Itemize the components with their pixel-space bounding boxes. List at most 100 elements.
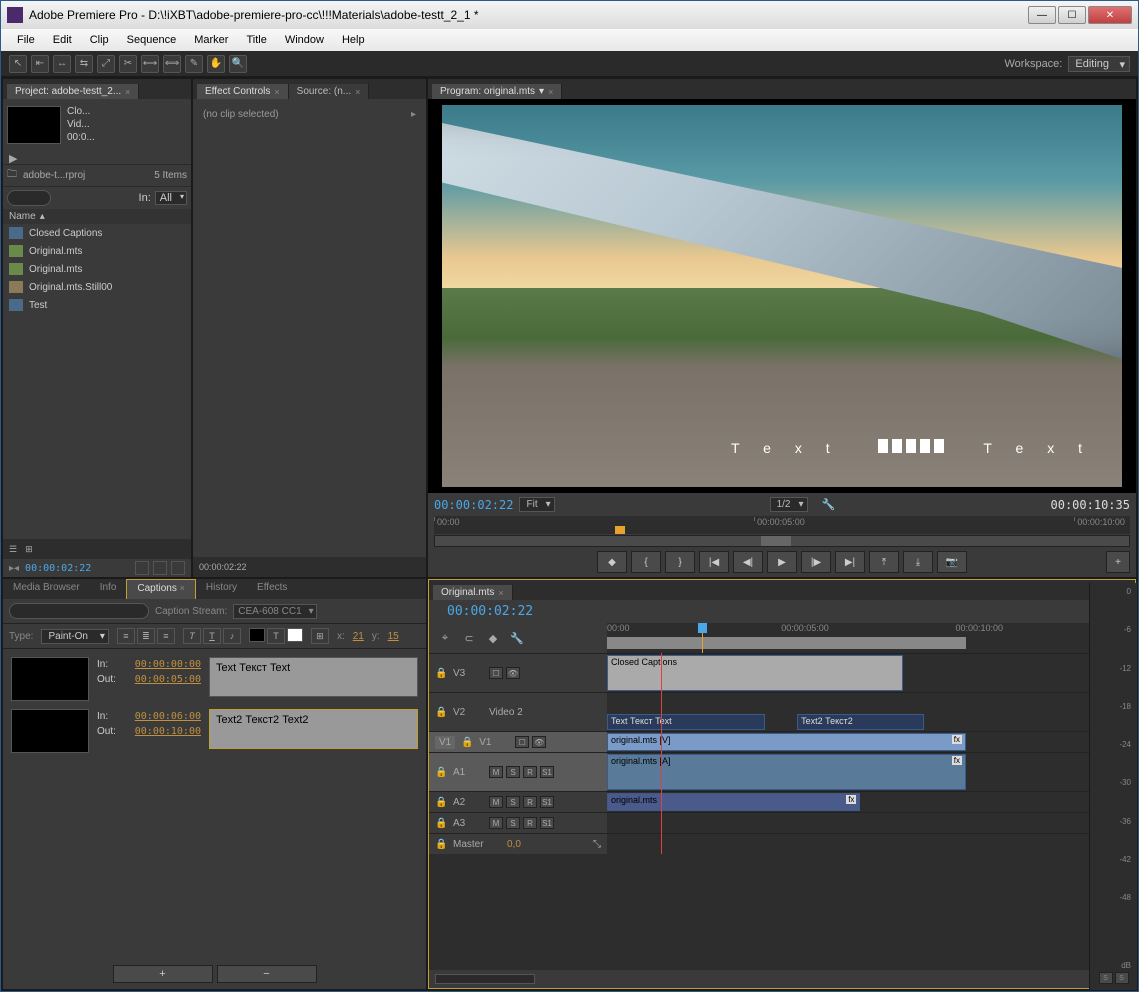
maximize-button[interactable]: ☐ <box>1058 6 1086 24</box>
clip-caption-2[interactable]: Text2 Текст2 <box>797 714 924 730</box>
clip-closed-captions[interactable]: Closed Captions <box>607 655 903 691</box>
menu-clip[interactable]: Clip <box>82 32 117 48</box>
extract-button[interactable]: ⤓ <box>903 551 933 573</box>
selection-tool-icon[interactable]: ↖ <box>9 55 27 73</box>
text-box-icon[interactable]: T <box>267 628 285 644</box>
lock-icon[interactable]: 🔒 <box>461 737 473 748</box>
s1-button[interactable]: S1 <box>540 766 554 778</box>
solo-button[interactable]: S <box>506 766 520 778</box>
tab-project[interactable]: Project: adobe-testt_2... × <box>7 84 139 99</box>
marker-button[interactable]: ◆ <box>597 551 627 573</box>
lock-icon[interactable]: 🔒 <box>435 767 447 778</box>
play-button[interactable]: ▶ <box>767 551 797 573</box>
s1-button[interactable]: S1 <box>540 817 554 829</box>
v1-patch[interactable]: V1 <box>435 736 455 749</box>
tab-source[interactable]: Source: (n...× <box>289 84 370 99</box>
tab-history[interactable]: History <box>196 579 247 599</box>
resolution-dropdown[interactable]: 1/2 <box>770 497 808 512</box>
solo-left-button[interactable]: S <box>1099 972 1113 984</box>
trash-icon[interactable] <box>171 561 185 575</box>
caption-text-input[interactable]: Text2 Текст2 Text2 <box>209 709 418 749</box>
lock-icon[interactable]: 🔒 <box>435 707 447 718</box>
align-center-icon[interactable]: ≣ <box>137 628 155 644</box>
workspace-dropdown[interactable]: Editing <box>1068 56 1130 72</box>
add-button[interactable]: + <box>1106 551 1130 573</box>
record-button[interactable]: R <box>523 796 537 808</box>
zoom-tool-icon[interactable]: 🔍 <box>229 55 247 73</box>
caption-row[interactable]: In:00:00:06:00 Out:00:00:10:00 Text2 Тек… <box>7 705 422 757</box>
eye-icon[interactable]: 👁 <box>506 667 520 679</box>
clip-audio[interactable]: original.mts [A]fx <box>607 754 966 790</box>
tab-close-icon[interactable]: × <box>355 87 360 97</box>
list-view-icon[interactable]: ☰ <box>9 544 17 555</box>
caption-row[interactable]: In:00:00:00:00 Out:00:00:05:00 Text Текс… <box>7 653 422 705</box>
tab-captions[interactable]: Captions × <box>126 579 196 599</box>
italic-icon[interactable]: T <box>183 628 201 644</box>
tab-media-browser[interactable]: Media Browser <box>3 579 90 599</box>
tab-close-icon[interactable]: × <box>548 87 553 97</box>
stream-dropdown[interactable]: CEA-608 CC1 <box>233 604 316 619</box>
in-filter-dropdown[interactable]: All <box>155 191 187 205</box>
goto-out-button[interactable]: ▶| <box>835 551 865 573</box>
align-right-icon[interactable]: ≡ <box>157 628 175 644</box>
step-back-button[interactable]: ◀| <box>733 551 763 573</box>
zoom-fit-dropdown[interactable]: Fit <box>519 497 554 512</box>
razor-tool-icon[interactable]: ✂ <box>119 55 137 73</box>
marker-tool-icon[interactable]: ◆ <box>485 630 501 646</box>
caption-out-tc[interactable]: 00:00:05:00 <box>135 674 201 685</box>
program-ruler[interactable]: 00:00 00:00:05:00 00:00:10:00 <box>434 516 1130 534</box>
fg-color-swatch[interactable] <box>287 628 303 642</box>
menu-help[interactable]: Help <box>334 32 373 48</box>
menu-sequence[interactable]: Sequence <box>119 32 185 48</box>
project-item[interactable]: Original.mts <box>3 260 191 278</box>
zoom-slider[interactable] <box>435 974 535 984</box>
clip-video[interactable]: original.mts [V]fx <box>607 733 966 751</box>
linked-selection-icon[interactable]: ⊂ <box>461 630 477 646</box>
tab-info[interactable]: Info <box>90 579 127 599</box>
clip-caption-1[interactable]: Text Текст Text <box>607 714 765 730</box>
out-point-button[interactable]: } <box>665 551 695 573</box>
hand-tool-icon[interactable]: ✋ <box>207 55 225 73</box>
underline-icon[interactable]: T <box>203 628 221 644</box>
track-select-tool-icon[interactable]: ⇤ <box>31 55 49 73</box>
close-button[interactable]: ✕ <box>1088 6 1132 24</box>
type-dropdown[interactable]: Paint-On <box>41 629 108 644</box>
caption-search-input[interactable] <box>9 603 149 619</box>
lock-icon[interactable]: 🔒 <box>435 668 447 679</box>
tab-program[interactable]: Program: original.mts▾× <box>432 84 562 99</box>
tab-effects[interactable]: Effects <box>247 579 297 599</box>
playhead-marker[interactable] <box>615 526 625 534</box>
bg-color-swatch[interactable] <box>249 628 265 642</box>
solo-button[interactable]: S <box>506 796 520 808</box>
minimize-button[interactable]: — <box>1028 6 1056 24</box>
remove-caption-button[interactable]: − <box>217 965 317 983</box>
caption-in-tc[interactable]: 00:00:00:00 <box>135 659 201 670</box>
column-header-name[interactable]: Name▴ <box>3 209 191 224</box>
timeline-ruler[interactable]: 00:00 00:00:05:00 00:00:10:00 00:00:15 <box>607 623 1135 653</box>
menu-title[interactable]: Title <box>238 32 274 48</box>
play-icon[interactable]: ▶ <box>9 152 19 162</box>
project-search-input[interactable] <box>7 190 51 206</box>
lift-button[interactable]: ⤒ <box>869 551 899 573</box>
y-value[interactable]: 15 <box>388 631 399 642</box>
collapse-icon[interactable]: ⤡ <box>593 839 601 850</box>
slide-tool-icon[interactable]: ⟺ <box>163 55 181 73</box>
tab-close-icon[interactable]: × <box>180 583 185 593</box>
mute-button[interactable]: M <box>489 766 503 778</box>
scrub-bar[interactable] <box>434 535 1130 547</box>
rate-stretch-tool-icon[interactable]: ⤢ <box>97 55 115 73</box>
s1-button[interactable]: S1 <box>540 796 554 808</box>
mute-button[interactable]: M <box>489 817 503 829</box>
solo-right-button[interactable]: S <box>1115 972 1129 984</box>
master-value[interactable]: 0,0 <box>507 839 521 850</box>
x-value[interactable]: 21 <box>353 631 364 642</box>
new-bin-icon[interactable] <box>135 561 149 575</box>
project-item[interactable]: Closed Captions <box>3 224 191 242</box>
tab-close-icon[interactable]: × <box>125 87 130 97</box>
caption-out-tc[interactable]: 00:00:10:00 <box>135 726 201 737</box>
settings-icon[interactable]: 🔧 <box>509 630 525 646</box>
solo-button[interactable]: S <box>506 817 520 829</box>
icon-view-icon[interactable]: ⊞ <box>25 544 33 555</box>
record-button[interactable]: R <box>523 817 537 829</box>
eye-icon[interactable]: 👁 <box>532 736 546 748</box>
